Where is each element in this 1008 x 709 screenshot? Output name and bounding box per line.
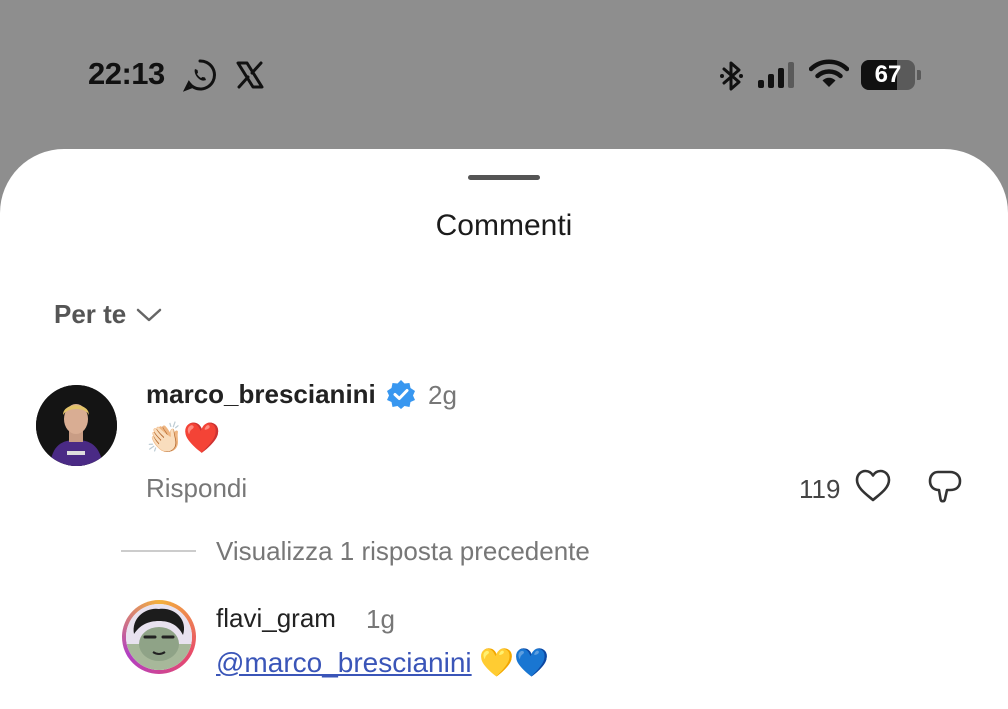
battery-icon: 67 (861, 60, 921, 90)
status-bar: 22:13 67 (0, 0, 1008, 150)
reply-age: 1g (366, 604, 395, 634)
dislike-icon[interactable] (928, 469, 962, 505)
reply-emojis: 💛💙 (479, 647, 550, 678)
reply-username[interactable]: flavi_gram (216, 603, 336, 634)
like-count: 119 (799, 474, 841, 504)
avatar-photo (36, 385, 117, 466)
chevron-down-icon (137, 308, 162, 321)
reply-avatar[interactable] (122, 600, 196, 674)
reply-text: @marco_brescianini 💛💙 (216, 646, 549, 679)
drag-handle[interactable] (468, 175, 540, 180)
verified-badge-icon (387, 380, 415, 409)
view-previous-replies-link[interactable]: Visualizza 1 risposta precedente (216, 536, 590, 567)
thread-line (121, 550, 196, 552)
mention-link[interactable]: @marco_brescianini (216, 647, 472, 678)
sort-dropdown[interactable]: Per te (54, 299, 162, 330)
wifi-icon (809, 59, 849, 87)
comments-sheet: Commenti Per te marco_brescianini 2g 👏🏻❤… (0, 149, 1008, 709)
comment-age: 2g (428, 380, 457, 410)
signal-icon (758, 62, 794, 88)
reply-avatar-image (126, 604, 192, 670)
heart-icon[interactable] (855, 469, 891, 503)
status-time: 22:13 (88, 56, 165, 91)
reply-button[interactable]: Rispondi (146, 473, 247, 504)
x-icon (236, 61, 264, 89)
bluetooth-icon (720, 61, 743, 91)
battery-level: 67 (874, 61, 902, 88)
comment-text: 👏🏻❤️ (146, 422, 221, 455)
sort-label: Per te (54, 299, 127, 329)
sheet-title: Commenti (435, 209, 573, 242)
comment-username[interactable]: marco_brescianini (146, 379, 376, 410)
avatar[interactable] (36, 385, 117, 466)
whatsapp-icon (183, 59, 216, 92)
